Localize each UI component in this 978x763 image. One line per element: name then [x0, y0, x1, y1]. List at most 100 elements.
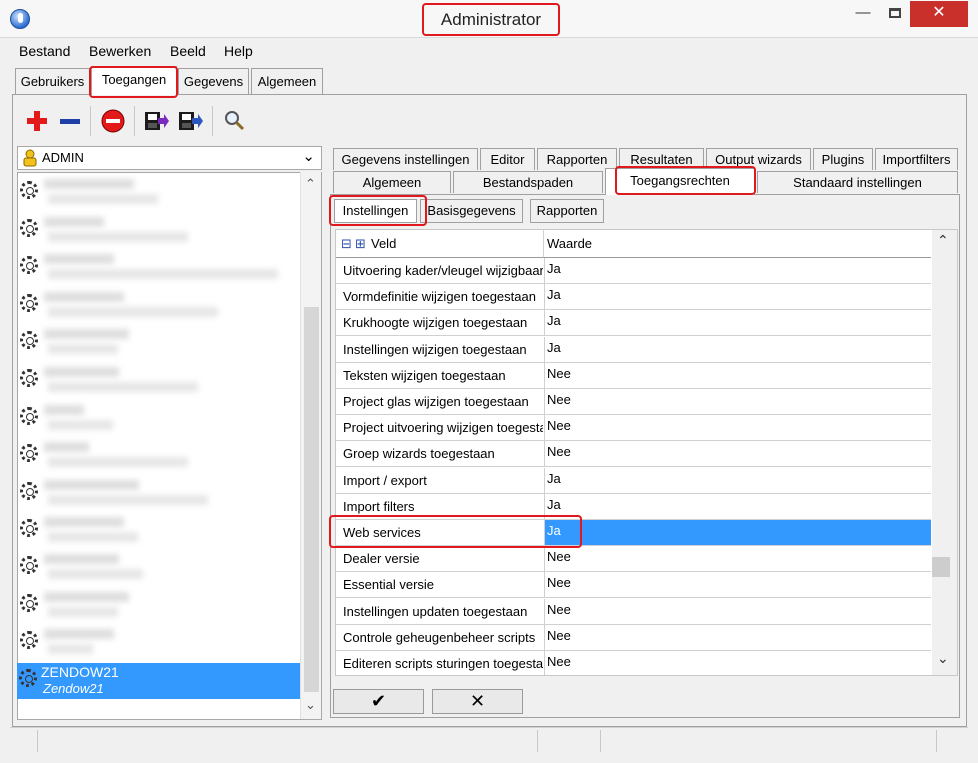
subtab-rapporten[interactable]: Rapporten [530, 199, 604, 223]
cell-waarde[interactable]: Nee [547, 392, 571, 407]
list-item-selected[interactable]: ZENDOW21 Zendow21 [17, 663, 300, 699]
scroll-thumb[interactable] [304, 307, 319, 692]
tab-standaard-instellingen[interactable]: Standaard instellingen [757, 171, 958, 193]
table-row[interactable]: Controle geheugenbeheer scripts Nee [336, 624, 931, 651]
tab-rapporten[interactable]: Rapporten [537, 148, 617, 170]
user-name: ZENDOW21 [41, 664, 119, 680]
cell-waarde[interactable]: Nee [547, 549, 571, 564]
table-row[interactable]: Import filters Ja [336, 493, 931, 520]
cell-waarde[interactable]: Ja [547, 261, 561, 276]
menu-bestand[interactable]: Bestand [19, 43, 70, 59]
list-item[interactable] [18, 175, 302, 211]
list-item[interactable] [18, 363, 302, 399]
list-item[interactable] [18, 476, 302, 512]
tab-editor[interactable]: Editor [480, 148, 535, 170]
table-row[interactable]: Web services Ja [336, 520, 931, 546]
grid-scrollbar[interactable]: ⌃ ⌄ [932, 230, 957, 675]
cell-waarde[interactable]: Ja [547, 471, 561, 486]
add-icon[interactable] [24, 108, 50, 134]
scroll-thumb[interactable] [932, 557, 950, 577]
cell-waarde[interactable]: Ja [547, 313, 561, 328]
tab-resultaten[interactable]: Resultaten [619, 148, 704, 170]
tab-importfilters[interactable]: Importfilters [875, 148, 958, 170]
search-icon[interactable] [222, 108, 248, 134]
tab-gegevens-instellingen[interactable]: Gegevens instellingen [333, 148, 478, 170]
menu-help[interactable]: Help [224, 43, 253, 59]
cell-waarde[interactable]: Nee [547, 366, 571, 381]
table-row[interactable]: Project uitvoering wijzigen toegestaan Ne… [336, 415, 931, 442]
tab-algemeen[interactable]: Algemeen [251, 68, 323, 94]
column-header-waarde[interactable]: Waarde [544, 230, 931, 258]
list-item[interactable] [18, 550, 302, 586]
cell-divider [544, 415, 545, 442]
tab-output-wizards[interactable]: Output wizards [706, 148, 811, 170]
list-item[interactable] [18, 438, 302, 474]
table-row[interactable]: Vormdefinitie wijzigen toegestaan Ja [336, 284, 931, 311]
rights-grid[interactable]: ⊟ ⊞ Veld Waarde Uitvoering kader/vleugel… [335, 229, 958, 676]
table-row[interactable]: Teksten wijzigen toegestaan Nee [336, 362, 931, 389]
user-list[interactable] [17, 172, 322, 720]
menu-bewerken[interactable]: Bewerken [89, 43, 151, 59]
scroll-down-icon[interactable]: ⌄ [305, 697, 316, 713]
expand-all-icon[interactable]: ⊞ [355, 230, 366, 258]
list-item[interactable] [18, 513, 302, 549]
cell-waarde[interactable]: Nee [547, 628, 571, 643]
scroll-up-icon[interactable]: ⌃ [937, 232, 949, 249]
table-row[interactable]: Import / export Ja [336, 467, 931, 494]
tab-gegevens[interactable]: Gegevens [178, 68, 249, 94]
user-combo[interactable]: ADMIN ⌄ [17, 146, 322, 170]
table-row[interactable]: Groep wizards toegestaan Nee [336, 441, 931, 468]
cell-waarde[interactable]: Ja [547, 287, 561, 302]
cell-waarde[interactable]: Nee [547, 575, 571, 590]
table-row[interactable]: Krukhoogte wijzigen toegestaan Ja [336, 310, 931, 337]
tab-plugins[interactable]: Plugins [813, 148, 873, 170]
table-row[interactable]: Dealer versie Nee [336, 546, 931, 573]
import-icon[interactable] [143, 108, 169, 134]
user-list-scrollbar[interactable]: ⌃ ⌄ [300, 172, 321, 719]
cell-waarde[interactable]: Ja [547, 523, 561, 538]
ok-button[interactable]: ✔ [333, 689, 424, 714]
subtab-instellingen[interactable]: Instellingen [334, 199, 417, 223]
cancel-button[interactable]: ✕ [432, 689, 523, 714]
tab-gebruikers[interactable]: Gebruikers [15, 68, 90, 94]
cell-waarde[interactable]: Nee [547, 444, 571, 459]
table-row[interactable]: Editeren scripts sturingen toegestaan Nee [336, 651, 931, 675]
close-button[interactable]: ✕ [910, 1, 968, 27]
menu-beeld[interactable]: Beeld [170, 43, 206, 59]
scroll-up-icon[interactable]: ⌃ [305, 176, 316, 192]
list-item[interactable] [18, 250, 302, 286]
export-icon[interactable] [177, 108, 203, 134]
list-item[interactable] [18, 288, 302, 324]
table-row[interactable]: Uitvoering kader/vleugel wijzigbaar Ja [336, 258, 931, 284]
list-item[interactable] [18, 625, 302, 661]
app-icon[interactable] [10, 9, 30, 29]
collapse-all-icon[interactable]: ⊟ [341, 230, 352, 258]
list-item[interactable] [18, 588, 302, 624]
block-icon[interactable] [100, 108, 126, 134]
list-item[interactable] [18, 401, 302, 437]
cell-waarde[interactable]: Nee [547, 654, 571, 669]
cell-veld: Teksten wijzigen toegestaan [343, 367, 506, 383]
cell-waarde[interactable]: Ja [547, 340, 561, 355]
table-row[interactable]: Instellingen updaten toegestaan Nee [336, 598, 931, 625]
column-header-veld[interactable]: ⊟ ⊞ Veld [336, 230, 544, 258]
maximize-button[interactable] [880, 1, 910, 27]
cell-waarde[interactable]: Nee [547, 602, 571, 617]
list-item[interactable] [18, 325, 302, 361]
table-row[interactable]: Project glas wijzigen toegestaan Nee [336, 389, 931, 415]
table-row[interactable]: Essential versie Nee [336, 572, 931, 599]
tab-bestandspaden[interactable]: Bestandspaden [453, 171, 603, 193]
cell-divider [544, 389, 545, 415]
table-row[interactable]: Instellingen wijzigen toegestaan Ja [336, 336, 931, 363]
scroll-down-icon[interactable]: ⌄ [937, 650, 949, 667]
list-item[interactable] [18, 213, 302, 249]
remove-icon[interactable] [57, 108, 83, 134]
tab-algemeen-rights[interactable]: Algemeen [333, 171, 451, 193]
subtab-basisgegevens[interactable]: Basisgegevens [420, 199, 523, 223]
tab-toegangsrechten[interactable]: Toegangsrechten [605, 168, 755, 195]
tab-toegangen[interactable]: Toegangen [91, 66, 177, 95]
cell-waarde[interactable]: Nee [547, 418, 571, 433]
cell-waarde[interactable]: Ja [547, 497, 561, 512]
chevron-down-icon[interactable]: ⌄ [302, 147, 315, 165]
minimize-button[interactable]: — [848, 1, 878, 27]
